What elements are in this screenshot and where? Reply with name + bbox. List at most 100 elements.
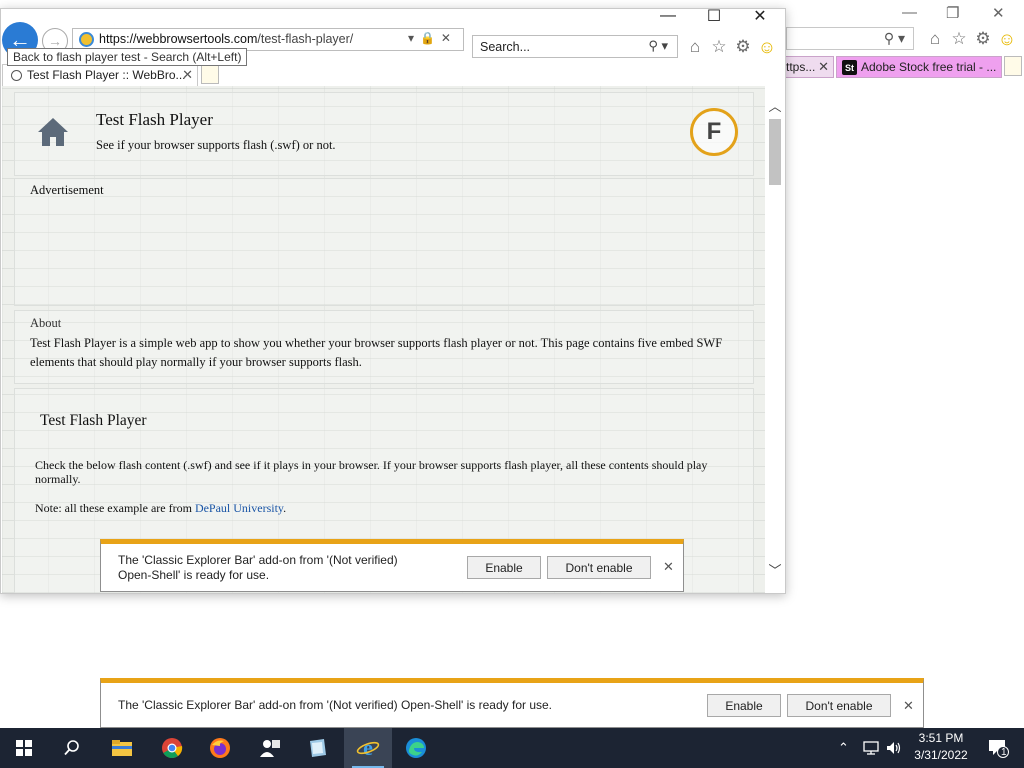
app-button[interactable] xyxy=(294,728,342,768)
background-restore-button[interactable]: ❐ xyxy=(946,4,959,22)
system-clock[interactable]: 3:51 PM 3/31/2022 xyxy=(908,730,974,764)
close-notification-icon[interactable]: ✕ xyxy=(663,559,674,575)
forward-arrow-icon: → xyxy=(48,33,62,49)
notification-count: 1 xyxy=(1001,747,1007,758)
settings-gear-icon[interactable]: ⚙ xyxy=(732,36,754,58)
chevron-up-icon: ⌃ xyxy=(838,740,849,755)
loading-spinner-icon xyxy=(11,70,22,81)
start-button[interactable] xyxy=(0,728,48,768)
home-icon[interactable]: ⌂ xyxy=(684,36,706,58)
vertical-scrollbar[interactable]: ︿ ﹀ xyxy=(766,94,784,592)
people-button[interactable] xyxy=(246,728,294,768)
clock-time: 3:51 PM xyxy=(918,731,964,745)
background-address-bar[interactable]: ⚲ ▾ xyxy=(786,27,914,50)
addon-notification-bar-main: The 'Classic Explorer Bar' add-on from '… xyxy=(100,678,924,728)
site-favicon-icon xyxy=(79,32,94,47)
enable-button[interactable]: Enable xyxy=(707,694,781,717)
svg-text:e: e xyxy=(363,737,373,759)
search-button[interactable] xyxy=(48,728,96,768)
note-prefix: Note: all these example are from xyxy=(35,501,195,515)
page-content: Test Flash Player See if your browser su… xyxy=(2,86,765,593)
note-text: Note: all these example are from DePaul … xyxy=(35,501,286,516)
tab-label: Test Flash Player :: WebBro... xyxy=(27,68,186,82)
app-icon xyxy=(310,739,326,757)
search-dropdown-icon[interactable]: ⚲ ▾ xyxy=(884,30,905,47)
address-host: https://webbrowsertools.com xyxy=(99,32,258,46)
firefox-button[interactable] xyxy=(196,728,244,768)
feedback-smiley-icon[interactable]: ☺ xyxy=(756,36,778,58)
tab-test-flash-player[interactable]: Test Flash Player :: WebBro... ✕ xyxy=(2,64,198,86)
background-close-button[interactable]: ✕ xyxy=(992,4,1005,22)
people-icon xyxy=(260,740,280,757)
enable-button[interactable]: Enable xyxy=(467,556,541,579)
header-panel xyxy=(14,92,754,176)
scrollbar-thumb[interactable] xyxy=(769,119,781,185)
page-subtitle: See if your browser supports flash (.swf… xyxy=(96,138,336,152)
about-text: Test Flash Player is a simple web app to… xyxy=(30,336,723,369)
close-notification-icon[interactable]: ✕ xyxy=(903,698,914,714)
close-tab-icon[interactable]: ✕ xyxy=(182,67,193,83)
file-explorer-button[interactable] xyxy=(98,728,146,768)
chrome-icon xyxy=(162,738,183,759)
chrome-button[interactable] xyxy=(148,728,196,768)
tab-label: Adobe Stock free trial - ... xyxy=(861,60,997,74)
volume-icon xyxy=(887,742,901,754)
scroll-up-icon[interactable]: ︿ xyxy=(767,96,783,115)
section-text: Check the below flash content (.swf) and… xyxy=(35,458,708,486)
advertisement-label: Advertisement xyxy=(30,183,104,197)
address-path: /test-flash-player/ xyxy=(257,32,354,46)
close-tab-icon[interactable]: ✕ xyxy=(818,59,829,75)
favorites-star-icon[interactable]: ☆ xyxy=(708,36,730,58)
scroll-down-icon[interactable]: ﹀ xyxy=(767,560,783,579)
notification-message: The 'Classic Explorer Bar' add-on from '… xyxy=(118,553,398,583)
adobe-stock-icon: St xyxy=(842,60,857,75)
edge-button[interactable] xyxy=(392,728,440,768)
settings-gear-icon[interactable]: ⚙ xyxy=(973,29,993,49)
advertisement-panel xyxy=(14,178,754,306)
taskbar: e ⌃ 3:51 PM 3/31/2022 1 xyxy=(0,728,1024,768)
section-title: Test Flash Player xyxy=(40,412,147,429)
maximize-button[interactable]: ☐ xyxy=(694,6,734,26)
show-hidden-icons[interactable]: ⌃ xyxy=(838,728,849,768)
windows-logo-icon xyxy=(16,740,32,756)
volume-tray[interactable] xyxy=(885,728,903,768)
internet-explorer-icon: e xyxy=(356,737,380,759)
background-tab-1[interactable]: ttps... ✕ xyxy=(786,56,834,78)
dont-enable-button[interactable]: Don't enable xyxy=(787,694,891,717)
search-icon xyxy=(64,740,79,756)
folder-icon xyxy=(112,740,132,756)
notification-message: The 'Classic Explorer Bar' add-on from '… xyxy=(118,698,552,712)
favorites-star-icon[interactable]: ☆ xyxy=(949,29,969,49)
about-label: About xyxy=(30,316,62,330)
search-placeholder: Search... xyxy=(480,40,531,54)
new-tab-button[interactable] xyxy=(1004,56,1022,76)
home-icon[interactable] xyxy=(36,116,70,148)
close-window-button[interactable]: ✕ xyxy=(740,6,780,26)
home-icon[interactable]: ⌂ xyxy=(925,29,945,49)
firefox-icon xyxy=(210,738,230,758)
depaul-link[interactable]: DePaul University xyxy=(195,501,283,515)
address-actions[interactable]: ▾🔒✕ xyxy=(408,31,457,45)
notification-line-2: Open-Shell' is ready for use. xyxy=(118,568,270,582)
tab-label: ttps... xyxy=(786,60,816,74)
flash-logo-icon: F xyxy=(690,108,738,156)
feedback-smiley-icon[interactable]: ☺ xyxy=(997,29,1017,49)
new-tab-button[interactable] xyxy=(201,64,219,84)
search-icon[interactable]: ⚲ ▾ xyxy=(648,38,668,54)
minimize-button[interactable]: — xyxy=(648,6,688,26)
back-tooltip: Back to flash player test - Search (Alt+… xyxy=(7,48,248,66)
dont-enable-button[interactable]: Don't enable xyxy=(547,556,651,579)
network-icon xyxy=(863,741,879,755)
clock-date: 3/31/2022 xyxy=(914,748,968,762)
note-suffix: . xyxy=(283,501,287,515)
network-tray[interactable] xyxy=(862,728,880,768)
background-minimize-button[interactable]: — xyxy=(902,4,917,21)
background-tab-2[interactable]: St Adobe Stock free trial - ... xyxy=(836,56,1002,78)
internet-explorer-button[interactable]: e xyxy=(344,728,392,768)
addon-notification-bar: The 'Classic Explorer Bar' add-on from '… xyxy=(100,539,684,592)
search-box[interactable]: Search... ⚲ ▾ xyxy=(472,35,678,58)
notification-line-1: The 'Classic Explorer Bar' add-on from '… xyxy=(118,553,398,567)
page-title: Test Flash Player xyxy=(96,110,213,129)
action-center-button[interactable]: 1 xyxy=(982,728,1014,768)
edge-icon xyxy=(406,738,426,758)
